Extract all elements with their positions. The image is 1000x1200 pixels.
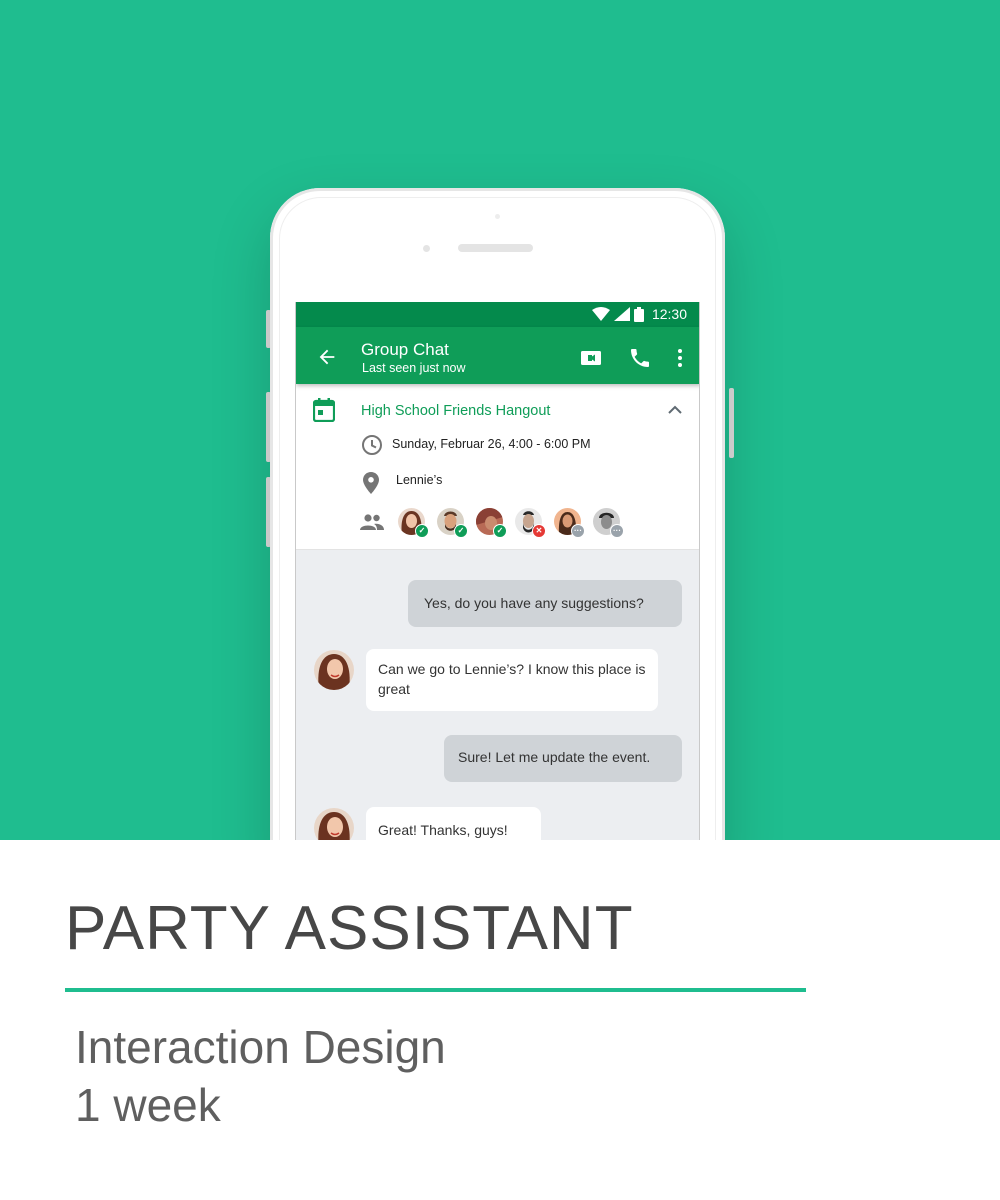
divider xyxy=(65,988,806,992)
guest-avatar[interactable]: ✓ xyxy=(437,508,468,538)
message-text: Great! Thanks, guys! xyxy=(378,822,508,838)
accepted-badge: ✓ xyxy=(415,524,429,538)
more-vert-icon[interactable] xyxy=(668,346,692,370)
message-outgoing: Sure! Let me update the event. xyxy=(444,735,682,782)
phone-sensor xyxy=(495,214,500,219)
calendar-icon xyxy=(313,398,335,422)
signal-icon xyxy=(613,307,630,321)
message-outgoing: Yes, do you have any suggestions? xyxy=(408,580,682,627)
accepted-badge: ✓ xyxy=(493,524,507,538)
video-call-icon[interactable] xyxy=(579,346,603,370)
wifi-icon xyxy=(591,307,610,321)
message-text: Yes, do you have any suggestions? xyxy=(424,595,644,611)
guest-avatar[interactable]: ✓ xyxy=(476,508,507,538)
app-screen: 12:30 Group Chat Last seen just now High… xyxy=(295,302,700,840)
guest-avatar[interactable]: ✕ xyxy=(515,508,546,538)
hero-section: 12:30 Group Chat Last seen just now High… xyxy=(0,0,1000,840)
guest-list: ✓ ✓ ✓ ✕ ··· ··· xyxy=(398,508,632,538)
message-incoming: Can we go to Lennie’s? I know this place… xyxy=(366,649,658,711)
sender-avatar xyxy=(314,650,354,690)
pending-badge: ··· xyxy=(571,524,585,538)
guest-avatar[interactable]: ··· xyxy=(593,508,624,538)
location-pin-icon xyxy=(363,472,379,494)
status-time: 12:30 xyxy=(651,306,687,322)
chevron-up-icon[interactable] xyxy=(666,401,684,419)
event-location: Lennie’s xyxy=(396,473,443,487)
guest-avatar[interactable]: ✓ xyxy=(398,508,429,538)
declined-badge: ✕ xyxy=(532,524,546,538)
project-discipline: Interaction Design xyxy=(75,1021,446,1073)
battery-icon xyxy=(633,306,644,322)
event-datetime: Sunday, Februar 26, 4:00 - 6:00 PM xyxy=(392,437,591,451)
message-text: Can we go to Lennie’s? I know this place… xyxy=(378,661,646,697)
chat-title: Group Chat xyxy=(361,340,449,359)
phone-icon[interactable] xyxy=(628,346,652,370)
phone-camera xyxy=(423,245,430,252)
status-bar: 12:30 xyxy=(296,302,699,327)
people-icon xyxy=(360,514,384,530)
message-incoming: Great! Thanks, guys! xyxy=(366,807,541,840)
project-title: PARTY ASSISTANT xyxy=(65,894,634,963)
event-card: High School Friends Hangout Sunday, Febr… xyxy=(296,384,699,550)
chat-subtitle: Last seen just now xyxy=(362,361,466,375)
guest-avatar[interactable]: ··· xyxy=(554,508,585,538)
event-title: High School Friends Hangout xyxy=(361,403,551,419)
project-duration: 1 week xyxy=(75,1079,221,1131)
app-bar: Group Chat Last seen just now xyxy=(296,327,699,384)
clock-icon xyxy=(362,435,382,455)
accepted-badge: ✓ xyxy=(454,524,468,538)
message-text: Sure! Let me update the event. xyxy=(458,749,651,765)
pending-badge: ··· xyxy=(610,524,624,538)
sender-avatar xyxy=(314,808,354,840)
phone-side-button xyxy=(729,388,734,458)
back-arrow-icon[interactable] xyxy=(316,346,338,368)
phone-speaker xyxy=(458,244,533,252)
